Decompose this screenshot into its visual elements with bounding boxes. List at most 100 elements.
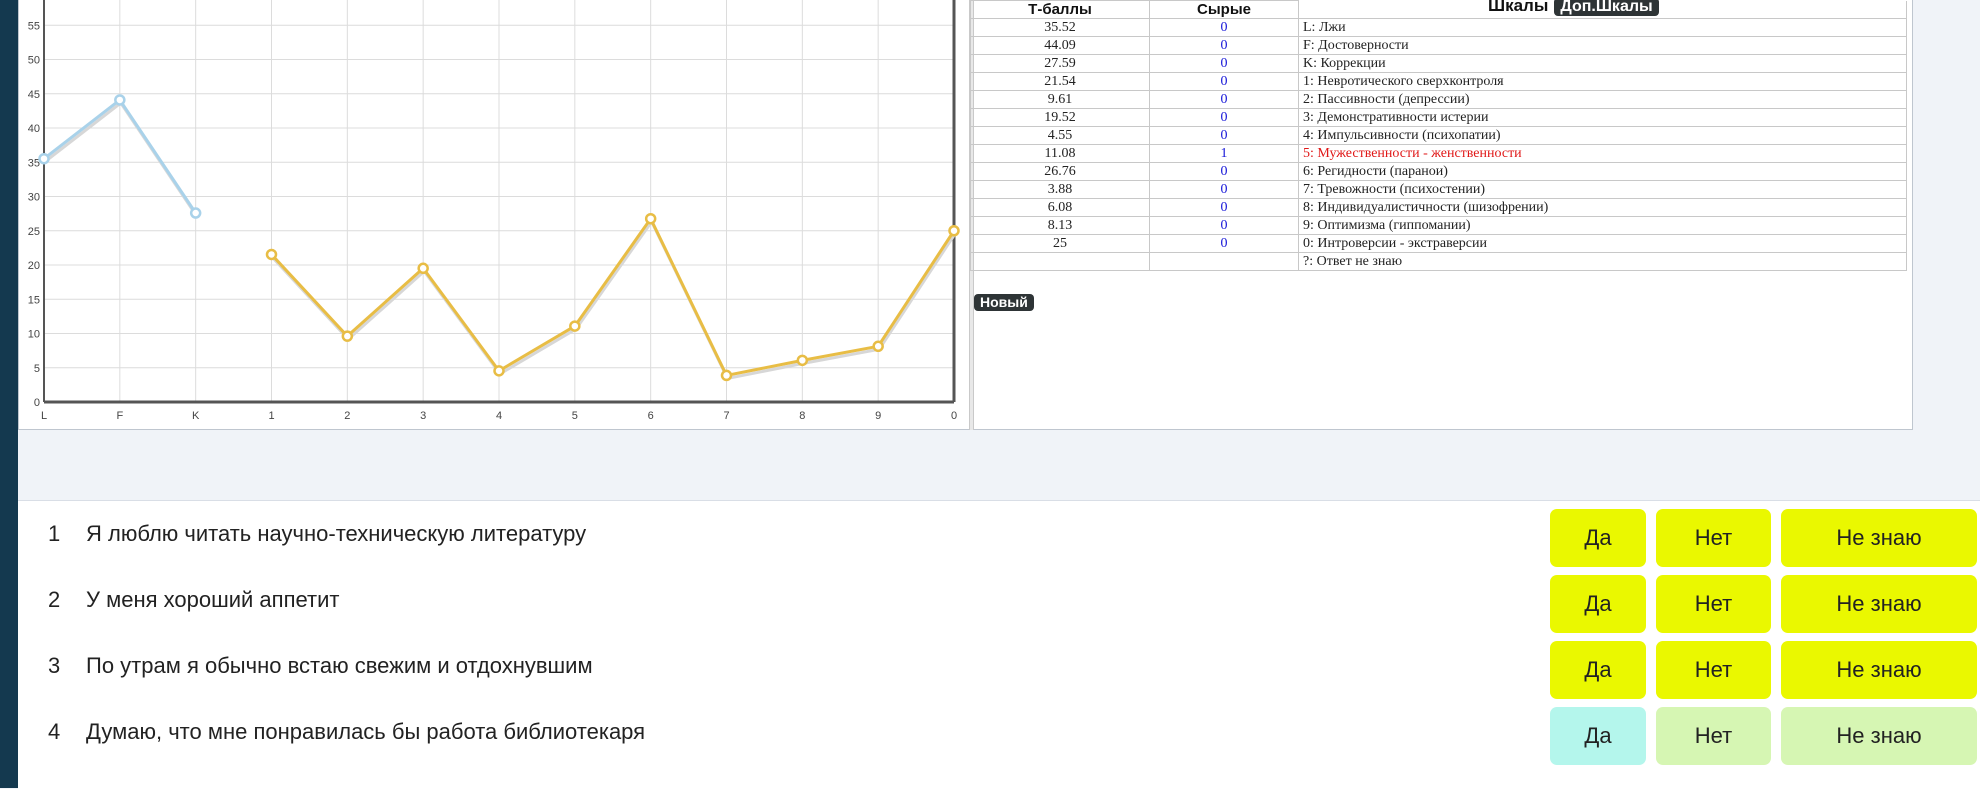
answer-no-button[interactable]: Нет: [1656, 707, 1771, 765]
data-point: [341, 330, 354, 342]
x-tick-label: 1: [268, 410, 274, 422]
question-row: 3 По утрам я обычно встаю свежим и отдохн…: [18, 633, 1980, 699]
x-tick-label: 0: [951, 410, 957, 422]
scale-t-score: 25: [970, 234, 1150, 253]
scale-t-score: 21.54: [970, 72, 1150, 91]
y-tick-label: 35: [28, 157, 40, 169]
question-row: 2 У меня хороший аппетит Да Нет Не знаю: [18, 567, 1980, 633]
scale-name: 2: Пассивности (депрессии): [1298, 90, 1907, 109]
scale-t-score: 44.09: [970, 36, 1150, 55]
x-tick-label: 6: [648, 410, 654, 422]
scale-raw-score: 0: [1149, 18, 1299, 37]
x-tick-label: F: [116, 410, 123, 422]
data-point: [38, 152, 50, 165]
y-tick-label: 25: [28, 226, 40, 238]
data-point: [114, 94, 126, 106]
new-test-button[interactable]: Новый: [974, 294, 1034, 311]
question-number: 1: [48, 521, 61, 546]
scale-name: 6: Регидности (паранои): [1298, 162, 1907, 181]
scale-row: 27.59 0 K: Коррекции: [970, 54, 1907, 73]
scale-name: L: Лжи: [1298, 18, 1907, 37]
answer-yes-button[interactable]: Да: [1550, 575, 1646, 633]
series-line: [270, 217, 956, 377]
column-scale-name: [1298, 0, 1907, 19]
answer-yes-button[interactable]: Да: [1550, 641, 1646, 699]
answer-dont-know-button[interactable]: Не знаю: [1781, 641, 1977, 699]
y-tick-label: 0: [34, 397, 40, 409]
scale-row: 26.76 0 6: Регидности (паранои): [970, 162, 1907, 181]
y-tick-label: 55: [28, 20, 40, 32]
profile-chart: 0510152025303540455055606570758085909510…: [19, 0, 969, 430]
scale-name: F: Достоверности: [1298, 36, 1907, 55]
scale-t-score: 35.52: [970, 18, 1150, 37]
scale-raw-score: 0: [1149, 54, 1299, 73]
scale-raw-score: 0: [1149, 234, 1299, 253]
scale-name: 3: Демонстративности истерии: [1298, 108, 1907, 127]
answer-yes-button[interactable]: Да: [1550, 707, 1646, 765]
scales-table-body: 35.52 0 L: Лжи 44.09 0 F: Достоверности 27.59 0…: [970, 18, 1907, 271]
scale-raw-score: [1149, 252, 1299, 271]
scale-name: 0: Интроверсии - экстраверсии: [1298, 234, 1907, 253]
answer-no-button[interactable]: Нет: [1656, 641, 1771, 699]
scale-name: 9: Оптимизма (гиппомании): [1298, 216, 1907, 235]
data-point: [493, 365, 505, 377]
question-row: 4 Думаю, что мне понравилась бы работа би…: [18, 699, 1980, 765]
scale-raw-score: 0: [1149, 90, 1299, 109]
data-point: [189, 207, 202, 219]
x-tick-label: K: [192, 410, 200, 422]
scale-name: 1: Невротического сверхконтроля: [1298, 72, 1907, 91]
scale-name: 4: Импульсивности (психопатии): [1298, 126, 1907, 145]
scale-t-score: 26.76: [970, 162, 1150, 181]
scale-name: K: Коррекции: [1298, 54, 1907, 73]
scale-raw-score: 0: [1149, 108, 1299, 127]
x-tick-label: 4: [496, 410, 502, 422]
y-tick-label: 20: [28, 260, 40, 272]
scale-row: 44.09 0 F: Достоверности: [970, 36, 1907, 55]
data-point: [644, 212, 657, 225]
scale-row: 9.61 0 2: Пассивности (депрессии): [970, 90, 1907, 109]
questions-list: 1 Я люблю читать научно-техническую литер…: [18, 500, 1980, 789]
y-tick-label: 10: [28, 329, 40, 341]
answer-no-button[interactable]: Нет: [1656, 575, 1771, 633]
x-tick-label: 3: [420, 410, 426, 422]
scale-raw-score: 0: [1149, 72, 1299, 91]
data-point: [569, 320, 581, 332]
question-row: 1 Я люблю читать научно-техническую литер…: [18, 501, 1980, 567]
y-tick-label: 30: [28, 192, 40, 204]
scale-raw-score: 0: [1149, 198, 1299, 217]
scale-t-score: 27.59: [970, 54, 1150, 73]
scales-table-header: Т-баллы Сырые: [970, 0, 1907, 19]
scales-table-wrap: Шкалы Доп.Шкалы Т-баллы Сырые 35.52 0 L: Лж…: [970, 0, 1910, 322]
answer-dont-know-button[interactable]: Не знаю: [1781, 575, 1977, 633]
x-tick-label: 9: [875, 410, 881, 422]
scale-row: 8.13 0 9: Оптимизма (гиппомании): [970, 216, 1907, 235]
question-text: Думаю, что мне понравилась бы работа биб…: [86, 719, 646, 744]
answer-no-button[interactable]: Нет: [1656, 509, 1771, 567]
y-tick-label: 5: [34, 363, 40, 375]
y-tick-label: 15: [28, 294, 40, 306]
scales-table: Т-баллы Сырые 35.52 0 L: Лжи 44.09 0 F: Досто…: [970, 0, 1907, 271]
answer-dont-know-button[interactable]: Не знаю: [1781, 509, 1977, 567]
question-number: 3: [48, 653, 61, 678]
question-text: Я люблю читать научно-техническую литера…: [86, 521, 587, 546]
column-raw-scores: Сырые: [1149, 0, 1299, 19]
scale-name: 5: Мужественности - женственности: [1298, 144, 1907, 163]
series-shadow: [44, 101, 198, 217]
scale-row: 4.55 0 4: Импульсивности (психопатии): [970, 126, 1907, 145]
scale-row: 11.08 1 5: Мужественности - женственности: [970, 144, 1907, 163]
scale-name: ?: Ответ не знаю: [1298, 252, 1907, 271]
answer-yes-button[interactable]: Да: [1550, 509, 1646, 567]
profile-chart-svg: 0510152025303540455055606570758085909510…: [28, 0, 960, 422]
scale-t-score: 11.08: [970, 144, 1150, 163]
x-tick-label: 2: [344, 410, 350, 422]
scale-row: 3.88 0 7: Тревожности (психостении): [970, 180, 1907, 199]
scale-row: 19.52 0 3: Демонстративности истерии: [970, 108, 1907, 127]
scale-row: 21.54 0 1: Невротического сверхконтроля: [970, 72, 1907, 91]
x-tick-label: 8: [799, 410, 805, 422]
y-tick-label: 45: [28, 89, 40, 101]
scale-t-score: 3.88: [970, 180, 1150, 199]
question-text: У меня хороший аппетит: [86, 587, 340, 612]
answer-dont-know-button[interactable]: Не знаю: [1781, 707, 1977, 765]
scale-t-score: 19.52: [970, 108, 1150, 127]
scale-raw-score: 0: [1149, 36, 1299, 55]
